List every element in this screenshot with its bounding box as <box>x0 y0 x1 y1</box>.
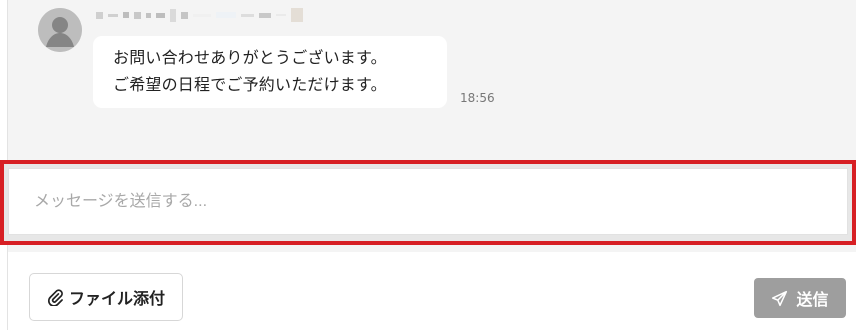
chat-page: お問い合わせありがとうございます。 ご希望の日程でご予約いただけます。 18:5… <box>0 0 856 330</box>
paper-plane-icon <box>772 290 788 306</box>
sender-name-redacted <box>96 6 303 24</box>
avatar <box>38 8 82 52</box>
message-time: 18:56 <box>460 91 495 105</box>
message-line-1: お問い合わせありがとうございます。 <box>113 48 387 67</box>
message-bubble: お問い合わせありがとうございます。 ご希望の日程でご予約いただけます。 <box>93 36 447 108</box>
file-attach-button[interactable]: ファイル添付 <box>29 273 183 321</box>
paperclip-icon <box>47 288 63 306</box>
message-line-2: ご希望の日程でご予約いただけます。 <box>113 75 387 94</box>
message-input[interactable] <box>8 168 848 235</box>
chat-thread: お問い合わせありがとうございます。 ご希望の日程でご予約いただけます。 18:5… <box>8 0 856 158</box>
file-attach-label: ファイル添付 <box>68 291 165 308</box>
send-button[interactable]: 送信 <box>754 278 846 318</box>
message-input-highlight <box>0 160 856 245</box>
send-label: 送信 <box>796 292 829 309</box>
composer-toolbar: ファイル添付 送信 <box>8 252 856 330</box>
user-avatar-icon <box>38 8 82 52</box>
